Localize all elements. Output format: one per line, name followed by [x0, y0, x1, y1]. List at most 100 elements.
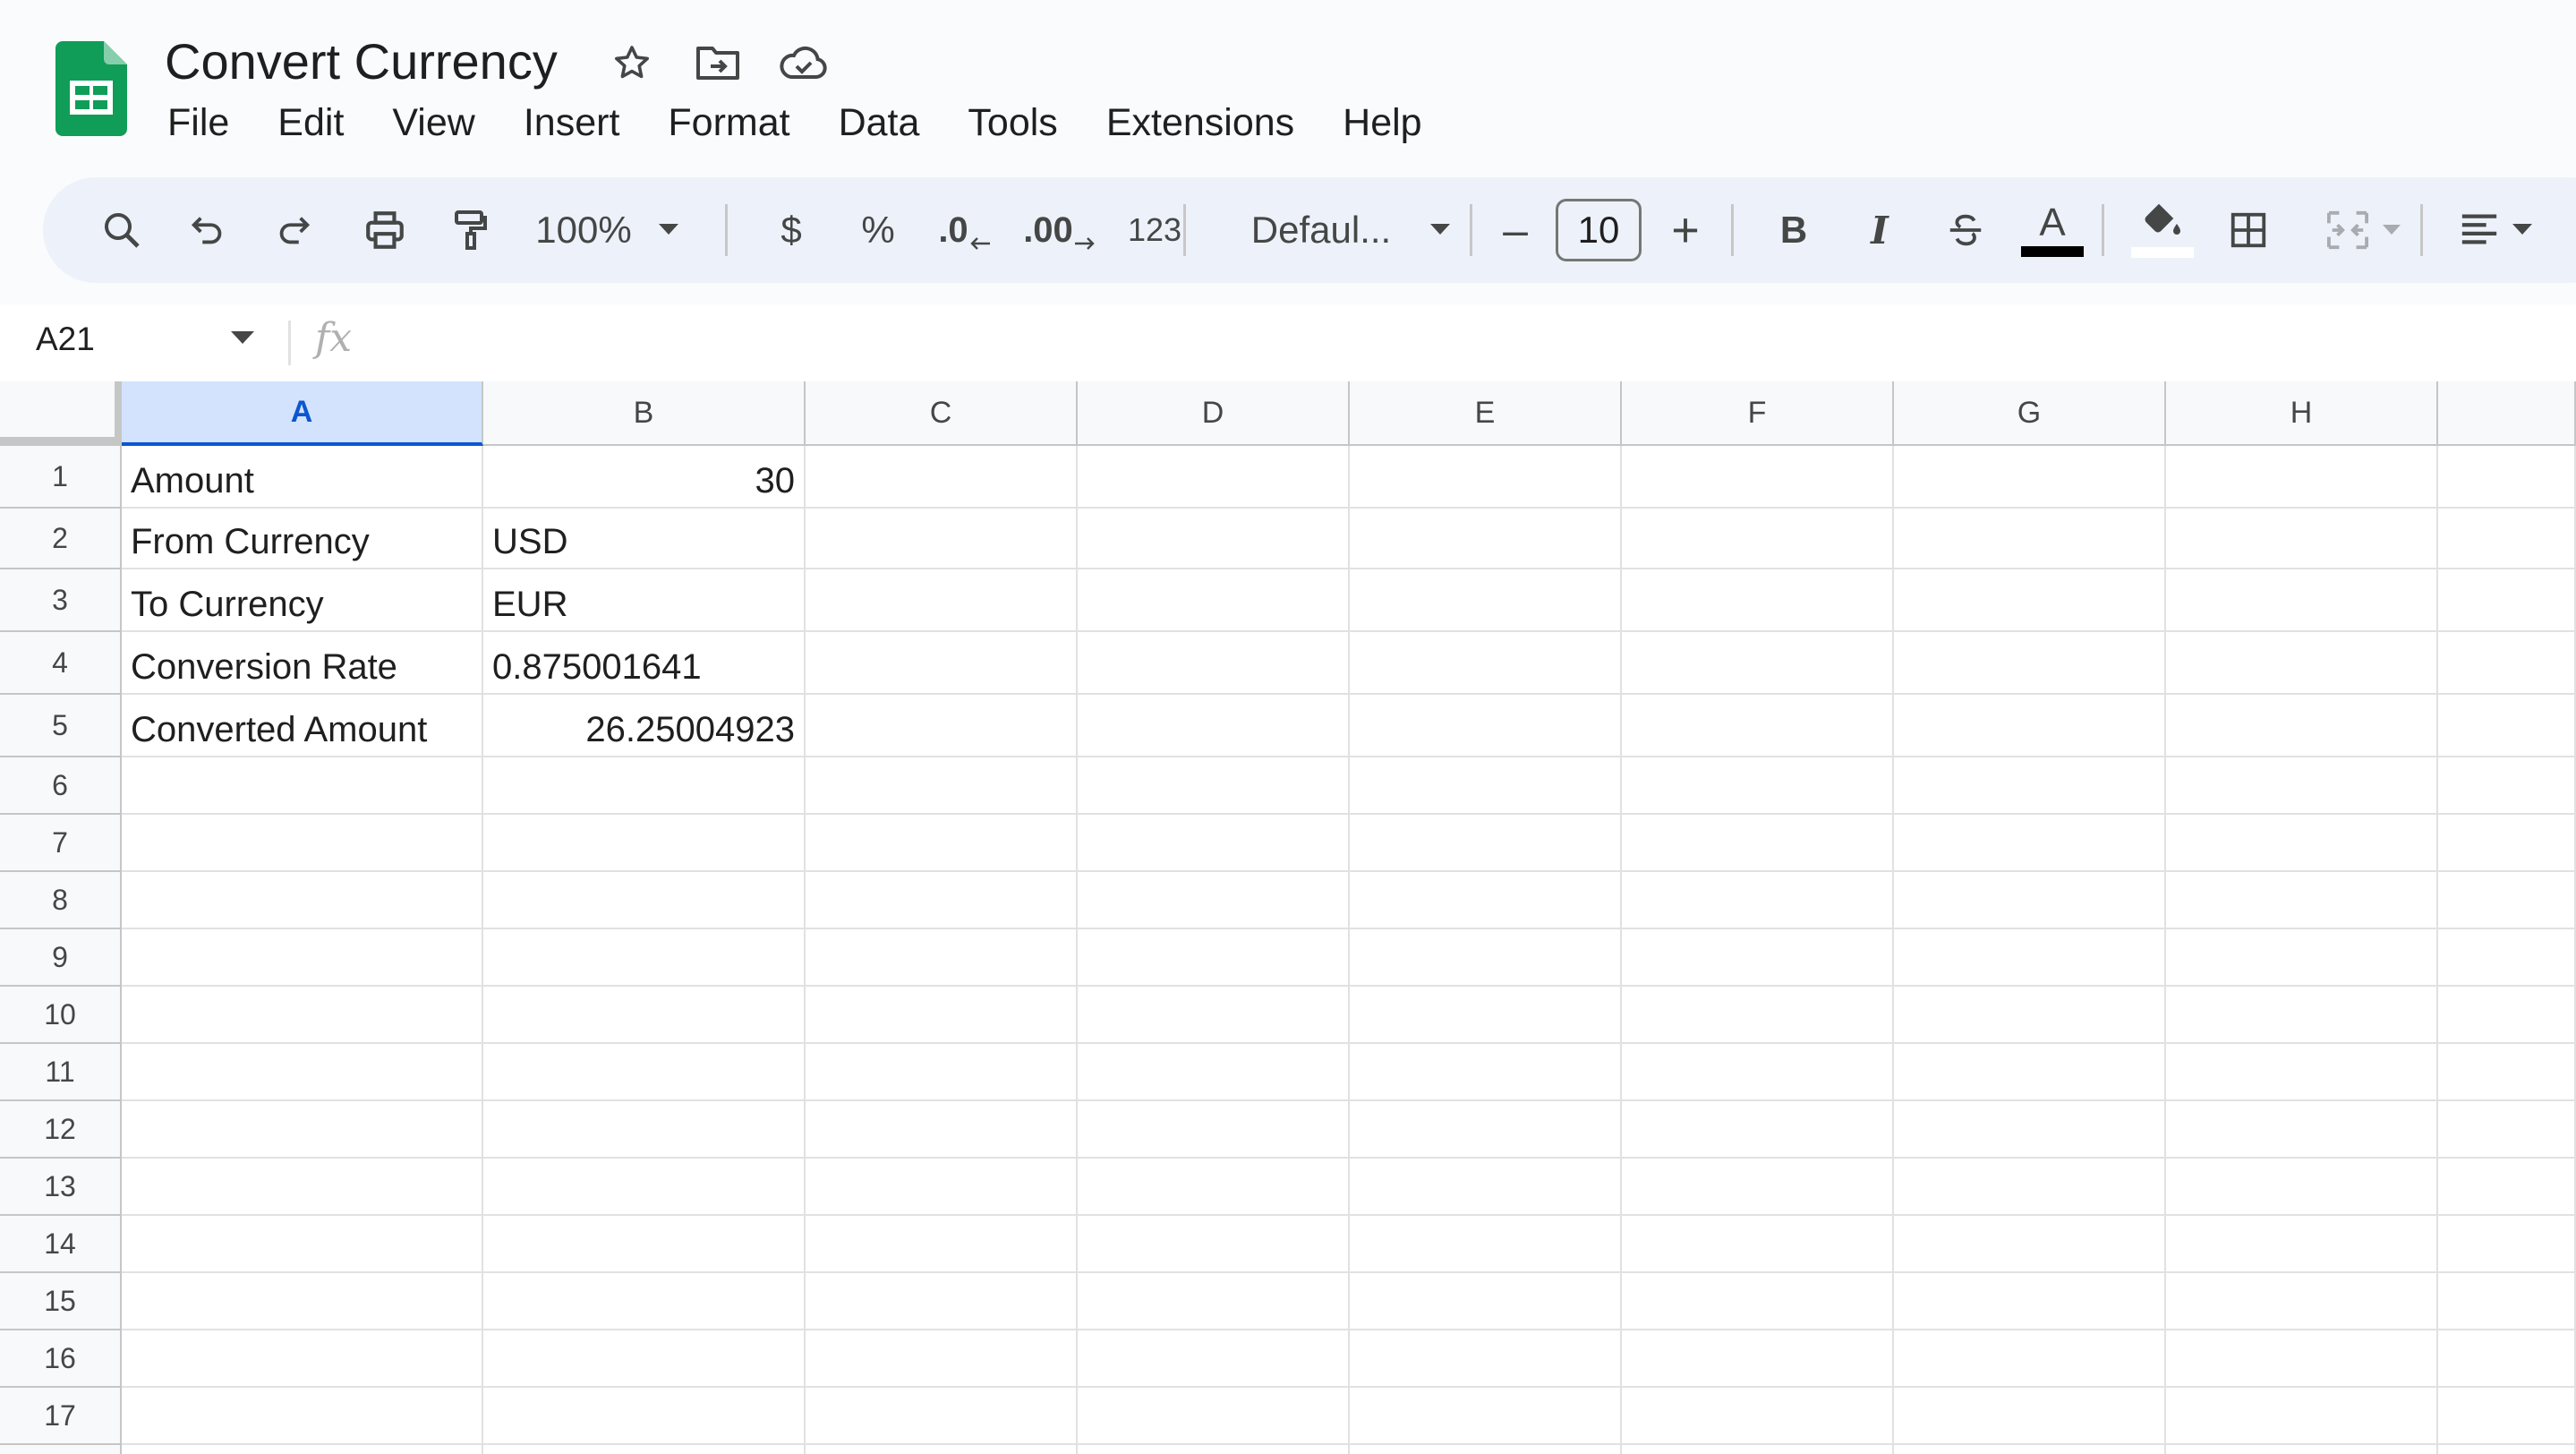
cell-a18[interactable] — [122, 1445, 483, 1454]
cell-d9[interactable] — [1078, 929, 1350, 987]
cell-i7[interactable] — [2438, 815, 2576, 872]
cell-h16[interactable] — [2166, 1330, 2438, 1388]
cell-c2[interactable] — [806, 509, 1078, 569]
cell-h5[interactable] — [2166, 695, 2438, 757]
print-icon[interactable] — [353, 177, 417, 283]
column-header-a[interactable]: A — [122, 381, 483, 446]
menu-file[interactable]: File — [143, 95, 253, 150]
cell-a10[interactable] — [122, 987, 483, 1044]
name-box[interactable]: A21 — [36, 321, 95, 358]
cell-h13[interactable] — [2166, 1159, 2438, 1216]
cell-e5[interactable] — [1350, 695, 1622, 757]
cell-c18[interactable] — [806, 1445, 1078, 1454]
increase-decimal-button[interactable]: .00 — [1015, 177, 1105, 283]
menu-help[interactable]: Help — [1318, 95, 1446, 150]
cell-a3[interactable]: To Currency — [122, 569, 483, 632]
row-header-15[interactable]: 15 — [0, 1273, 122, 1330]
row-header-10[interactable]: 10 — [0, 987, 122, 1044]
cell-i13[interactable] — [2438, 1159, 2576, 1216]
cell-f4[interactable] — [1622, 632, 1894, 695]
cell-b15[interactable] — [483, 1273, 806, 1330]
cell-f18[interactable] — [1622, 1445, 1894, 1454]
column-header-h[interactable]: H — [2166, 381, 2438, 446]
cell-a7[interactable] — [122, 815, 483, 872]
cell-b1[interactable]: 30 — [483, 446, 806, 509]
row-header-14[interactable]: 14 — [0, 1216, 122, 1273]
cell-f2[interactable] — [1622, 509, 1894, 569]
cell-g17[interactable] — [1894, 1388, 2166, 1445]
column-header-d[interactable]: D — [1078, 381, 1350, 446]
cell-e1[interactable] — [1350, 446, 1622, 509]
menu-tools[interactable]: Tools — [943, 95, 1081, 150]
cell-f12[interactable] — [1622, 1101, 1894, 1159]
cell-b8[interactable] — [483, 872, 806, 929]
cell-h9[interactable] — [2166, 929, 2438, 987]
cell-a15[interactable] — [122, 1273, 483, 1330]
cell-b16[interactable] — [483, 1330, 806, 1388]
cell-f16[interactable] — [1622, 1330, 1894, 1388]
column-header-f[interactable]: F — [1622, 381, 1894, 446]
menu-extensions[interactable]: Extensions — [1082, 95, 1318, 150]
column-header-next[interactable] — [2438, 381, 2576, 446]
font-size-input[interactable]: 10 — [1556, 199, 1642, 261]
cell-d18[interactable] — [1078, 1445, 1350, 1454]
cell-i14[interactable] — [2438, 1216, 2576, 1273]
row-header-17[interactable]: 17 — [0, 1388, 122, 1445]
cell-d5[interactable] — [1078, 695, 1350, 757]
row-header-16[interactable]: 16 — [0, 1330, 122, 1388]
cell-i9[interactable] — [2438, 929, 2576, 987]
cell-h8[interactable] — [2166, 872, 2438, 929]
cell-e18[interactable] — [1350, 1445, 1622, 1454]
cell-h4[interactable] — [2166, 632, 2438, 695]
row-header-18[interactable]: 18 — [0, 1445, 122, 1454]
cell-a5[interactable]: Converted Amount — [122, 695, 483, 757]
cell-h14[interactable] — [2166, 1216, 2438, 1273]
menu-format[interactable]: Format — [644, 95, 814, 150]
menu-data[interactable]: Data — [815, 95, 944, 150]
cell-a9[interactable] — [122, 929, 483, 987]
cell-i15[interactable] — [2438, 1273, 2576, 1330]
cell-e10[interactable] — [1350, 987, 1622, 1044]
cell-a8[interactable] — [122, 872, 483, 929]
decrease-font-size-button[interactable]: – — [1484, 177, 1547, 283]
row-header-4[interactable]: 4 — [0, 632, 122, 695]
cloud-saved-icon[interactable] — [777, 38, 831, 88]
row-header-11[interactable]: 11 — [0, 1044, 122, 1101]
cell-e3[interactable] — [1350, 569, 1622, 632]
cell-a11[interactable] — [122, 1044, 483, 1101]
format-percent-button[interactable]: % — [849, 177, 908, 283]
cell-f13[interactable] — [1622, 1159, 1894, 1216]
format-currency-button[interactable]: $ — [764, 177, 818, 283]
cell-g15[interactable] — [1894, 1273, 2166, 1330]
cell-b2[interactable]: USD — [483, 509, 806, 569]
cell-c17[interactable] — [806, 1388, 1078, 1445]
row-header-7[interactable]: 7 — [0, 815, 122, 872]
move-to-folder-icon[interactable] — [691, 38, 745, 88]
cell-h12[interactable] — [2166, 1101, 2438, 1159]
cell-b6[interactable] — [483, 757, 806, 815]
cell-c6[interactable] — [806, 757, 1078, 815]
column-header-e[interactable]: E — [1350, 381, 1622, 446]
cell-e16[interactable] — [1350, 1330, 1622, 1388]
cell-c9[interactable] — [806, 929, 1078, 987]
cell-f17[interactable] — [1622, 1388, 1894, 1445]
cell-d4[interactable] — [1078, 632, 1350, 695]
search-menus-icon[interactable] — [90, 177, 154, 283]
cell-e13[interactable] — [1350, 1159, 1622, 1216]
row-header-6[interactable]: 6 — [0, 757, 122, 815]
cell-e15[interactable] — [1350, 1273, 1622, 1330]
column-header-g[interactable]: G — [1894, 381, 2166, 446]
cell-d10[interactable] — [1078, 987, 1350, 1044]
bold-button[interactable]: B — [1761, 177, 1826, 283]
cell-c12[interactable] — [806, 1101, 1078, 1159]
more-formats-button[interactable]: 123 — [1117, 177, 1192, 283]
cell-b17[interactable] — [483, 1388, 806, 1445]
cell-g1[interactable] — [1894, 446, 2166, 509]
redo-icon[interactable] — [261, 177, 326, 283]
cell-i17[interactable] — [2438, 1388, 2576, 1445]
cell-b9[interactable] — [483, 929, 806, 987]
cell-c11[interactable] — [806, 1044, 1078, 1101]
cell-c10[interactable] — [806, 987, 1078, 1044]
cell-g13[interactable] — [1894, 1159, 2166, 1216]
cell-e14[interactable] — [1350, 1216, 1622, 1273]
